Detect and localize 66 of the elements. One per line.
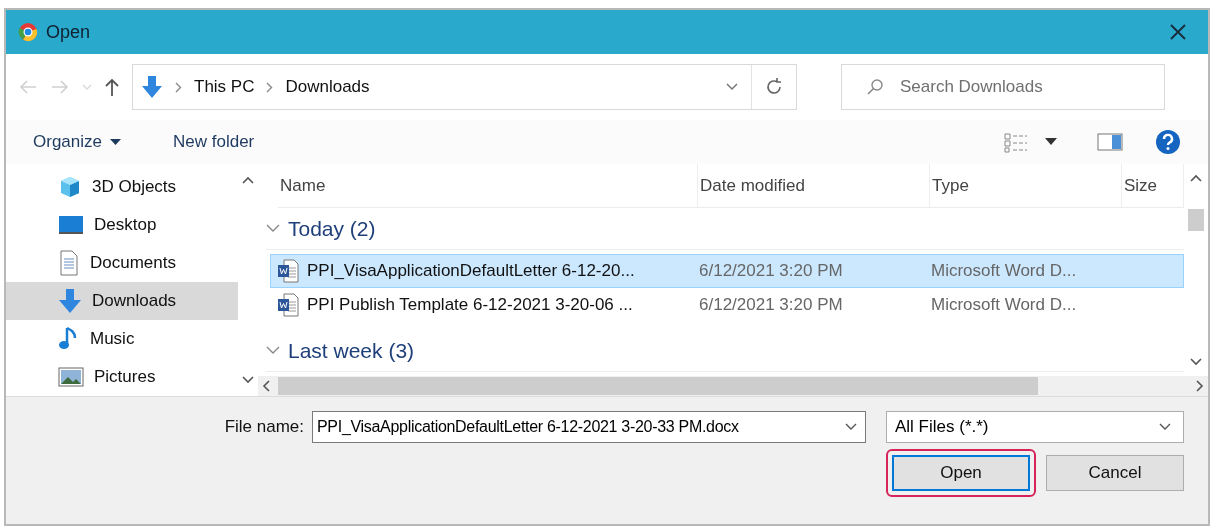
file-name-label: File name: bbox=[224, 416, 304, 439]
dropdown-caret-icon bbox=[1159, 423, 1171, 431]
scrollbar-thumb[interactable] bbox=[1188, 209, 1204, 231]
close-icon bbox=[1169, 23, 1187, 41]
chevron-down-icon bbox=[266, 346, 280, 355]
type-cell-text: Microsoft Word D... bbox=[931, 294, 1078, 317]
sidebar-item[interactable]: Desktop bbox=[6, 206, 238, 244]
address-bar[interactable]: This PC Downloads bbox=[132, 64, 797, 110]
download-arrow-icon bbox=[141, 75, 163, 99]
scroll-down-icon[interactable] bbox=[242, 376, 254, 384]
cancel-button[interactable]: Cancel bbox=[1046, 455, 1184, 491]
cube-icon bbox=[58, 175, 82, 199]
help-icon[interactable] bbox=[1155, 129, 1181, 155]
column-header[interactable]: Date modified bbox=[698, 164, 930, 207]
file-name: PPI_VisaApplicationDefaultLetter 6-12-20... bbox=[307, 260, 635, 283]
window-title: Open bbox=[46, 20, 91, 44]
chevron-right-icon bbox=[266, 81, 274, 93]
chevron-right-icon bbox=[175, 81, 182, 93]
pictures-icon bbox=[58, 366, 84, 388]
breadcrumb-item[interactable]: Downloads bbox=[285, 74, 370, 100]
file-name-value: PPI_VisaApplicationDefaultLetter 6-12-2021 3-20-33 PM.docx bbox=[317, 417, 740, 437]
breadcrumb-item[interactable]: This PC bbox=[194, 74, 255, 100]
sidebar-item[interactable]: Music bbox=[6, 320, 238, 358]
search-field[interactable]: Search Downloads bbox=[841, 64, 1165, 110]
file-type-dropdown[interactable]: All Files (*.*) bbox=[886, 411, 1184, 443]
file-name: PPI Publish Template 6-12-2021 3-20-06 ... bbox=[307, 294, 633, 317]
search-input[interactable]: Search Downloads bbox=[900, 74, 1140, 100]
group-header[interactable]: Last week (3) bbox=[266, 330, 1184, 372]
file-row[interactable]: PPI_VisaApplicationDefaultLetter 6-12-20... 6/12/2021 3:20 PM Microsoft Word D... bbox=[270, 254, 1184, 288]
refresh-icon[interactable] bbox=[764, 77, 784, 97]
horizontal-scrollbar[interactable] bbox=[258, 376, 1208, 396]
desktop-icon bbox=[58, 214, 84, 236]
scrollbar-thumb[interactable] bbox=[278, 377, 1038, 395]
open-button[interactable]: Open bbox=[892, 455, 1030, 491]
browser-logo-icon bbox=[18, 22, 38, 42]
preview-pane-icon[interactable] bbox=[1097, 133, 1123, 151]
scroll-up-icon[interactable] bbox=[1190, 174, 1202, 182]
word-document-icon bbox=[277, 293, 299, 317]
sidebar-item[interactable]: Documents bbox=[6, 244, 238, 282]
dropdown-caret-icon bbox=[110, 138, 121, 146]
word-document-icon bbox=[277, 259, 299, 283]
scroll-left-icon[interactable] bbox=[262, 380, 270, 392]
document-icon bbox=[58, 250, 80, 276]
file-row[interactable]: PPI Publish Template 6-12-2021 3-20-06 ... 6/12/2021 3:20 PM Microsoft Word D... bbox=[270, 288, 1184, 322]
up-arrow-icon[interactable] bbox=[104, 77, 120, 97]
dropdown-caret-icon[interactable] bbox=[1045, 138, 1057, 146]
organize-button[interactable]: Organize bbox=[33, 129, 121, 155]
new-folder-button[interactable]: New folder bbox=[173, 129, 255, 155]
scroll-down-icon[interactable] bbox=[1190, 358, 1202, 366]
date-cell-text: 6/12/2021 3:20 PM bbox=[699, 294, 844, 317]
chevron-down-icon bbox=[266, 224, 280, 233]
type-cell-text: Microsoft Word D... bbox=[931, 260, 1078, 283]
column-header[interactable]: Name bbox=[278, 164, 698, 207]
scroll-up-icon[interactable] bbox=[242, 176, 254, 184]
download-arrow-icon bbox=[58, 288, 82, 314]
group-header[interactable]: Today (2) bbox=[266, 208, 1184, 250]
sidebar-item[interactable]: Pictures bbox=[6, 358, 238, 396]
sidebar-item[interactable]: 3D Objects bbox=[6, 168, 238, 206]
scroll-right-icon[interactable] bbox=[1196, 380, 1204, 392]
dropdown-caret-icon[interactable] bbox=[845, 423, 857, 431]
column-header[interactable]: Type bbox=[930, 164, 1122, 207]
sidebar-item[interactable]: Downloads bbox=[6, 282, 238, 320]
file-name-field[interactable]: PPI_VisaApplicationDefaultLetter 6-12-2021 3-20-33 PM.docx bbox=[312, 411, 866, 443]
column-header[interactable]: Size bbox=[1122, 164, 1184, 207]
search-icon bbox=[866, 78, 884, 96]
date-cell-text: 6/12/2021 3:20 PM bbox=[699, 260, 844, 283]
